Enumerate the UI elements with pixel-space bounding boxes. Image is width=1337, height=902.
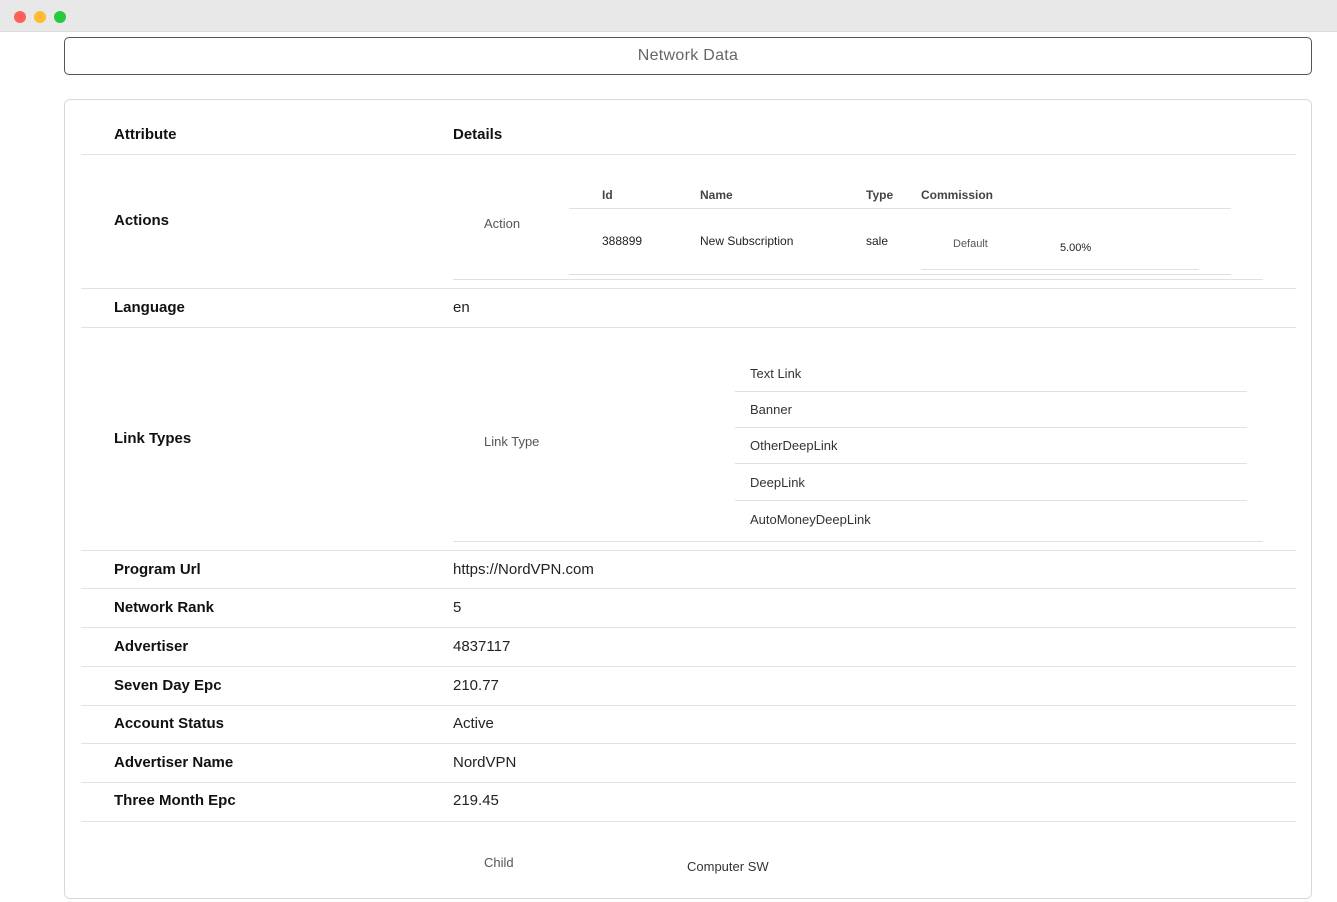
attribute-seven-day-epc: Seven Day Epc xyxy=(114,677,222,694)
divider xyxy=(453,279,1263,280)
table-row-language: Language en xyxy=(81,289,1296,328)
link-types-sub-label: Link Type xyxy=(484,434,540,449)
advertiser-value: 4837117 xyxy=(453,638,511,655)
column-header-details: Details xyxy=(453,126,503,143)
column-header-attribute: Attribute xyxy=(114,126,177,143)
action-type: sale xyxy=(866,234,889,248)
table-row-actions: Actions Action Id Name Type Commission 3… xyxy=(81,155,1296,289)
category-value: Computer SW xyxy=(687,859,769,874)
actions-header-name: Name xyxy=(700,188,733,202)
attribute-program-url: Program Url xyxy=(114,561,201,578)
table-row-three-month-epc: Three Month Epc 219.45 xyxy=(81,783,1296,822)
table-row-link-types: Link Types Link Type Text Link Banner Ot… xyxy=(81,328,1296,551)
maximize-window-button[interactable] xyxy=(54,11,66,23)
action-id: 388899 xyxy=(602,234,643,248)
commission-value: 5.00% xyxy=(1060,242,1092,254)
attribute-account-status: Account Status xyxy=(114,715,225,732)
list-item: OtherDeepLink xyxy=(735,428,1247,464)
attribute-network-rank: Network Rank xyxy=(114,599,215,616)
table-row-account-status: Account Status Active xyxy=(81,706,1296,744)
table-row-network-rank: Network Rank 5 xyxy=(81,589,1296,628)
action-name: New Subscription xyxy=(700,234,794,248)
table-row-category: Child Computer SW xyxy=(81,822,1296,902)
seven-day-epc-value: 210.77 xyxy=(453,677,499,694)
account-status-value: Active xyxy=(453,715,494,732)
list-item: DeepLink xyxy=(735,465,1247,501)
program-url-value: https://NordVPN.com xyxy=(453,561,594,578)
divider xyxy=(921,269,1199,270)
window-titlebar xyxy=(0,0,1337,32)
page-title: Network Data xyxy=(64,37,1312,75)
advertiser-name-value: NordVPN xyxy=(453,754,517,771)
minimize-window-button[interactable] xyxy=(34,11,46,23)
language-value: en xyxy=(453,299,470,316)
table-header-row: Attribute Details xyxy=(81,100,1296,155)
commission-label: Default xyxy=(953,238,988,250)
attribute-advertiser: Advertiser xyxy=(114,638,189,655)
divider xyxy=(453,541,1263,542)
attribute-actions: Actions xyxy=(114,212,170,229)
table-row-seven-day-epc: Seven Day Epc 210.77 xyxy=(81,667,1296,706)
list-item: Banner xyxy=(735,392,1247,428)
network-data-card: Attribute Details Actions Action Id Name… xyxy=(64,99,1312,899)
category-sub-label: Child xyxy=(484,855,514,870)
table-row-advertiser-name: Advertiser Name NordVPN xyxy=(81,744,1296,783)
divider xyxy=(569,208,1231,209)
attribute-language: Language xyxy=(114,299,185,316)
actions-header-id: Id xyxy=(602,188,613,202)
table-row-advertiser: Advertiser 4837117 xyxy=(81,628,1296,667)
divider xyxy=(569,274,1231,275)
actions-header-commission: Commission xyxy=(921,188,994,202)
network-rank-value: 5 xyxy=(453,599,462,616)
table-row-program-url: Program Url https://NordVPN.com xyxy=(81,551,1296,589)
close-window-button[interactable] xyxy=(14,11,26,23)
attribute-advertiser-name: Advertiser Name xyxy=(114,754,234,771)
list-item: Text Link xyxy=(735,356,1247,392)
list-item: AutoMoneyDeepLink xyxy=(750,511,871,527)
actions-header-type: Type xyxy=(866,188,894,202)
attribute-link-types: Link Types xyxy=(114,430,192,447)
attribute-three-month-epc: Three Month Epc xyxy=(114,792,236,809)
three-month-epc-value: 219.45 xyxy=(453,792,499,809)
actions-sub-label: Action xyxy=(484,216,521,231)
